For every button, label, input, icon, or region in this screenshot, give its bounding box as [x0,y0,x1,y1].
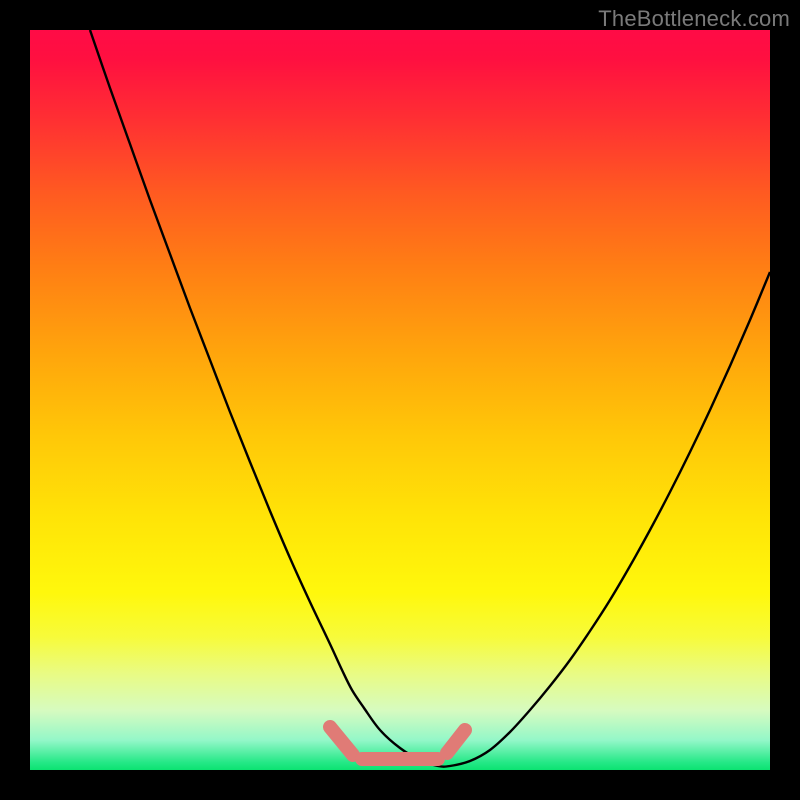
watermark-text: TheBottleneck.com [598,6,790,32]
curve-svg [30,30,770,770]
marker-group [330,727,465,759]
v-curve-path [90,30,770,767]
chart-frame: TheBottleneck.com [0,0,800,800]
flat-marker-segment [330,727,353,755]
flat-marker-segment [447,730,465,753]
plot-area [30,30,770,770]
